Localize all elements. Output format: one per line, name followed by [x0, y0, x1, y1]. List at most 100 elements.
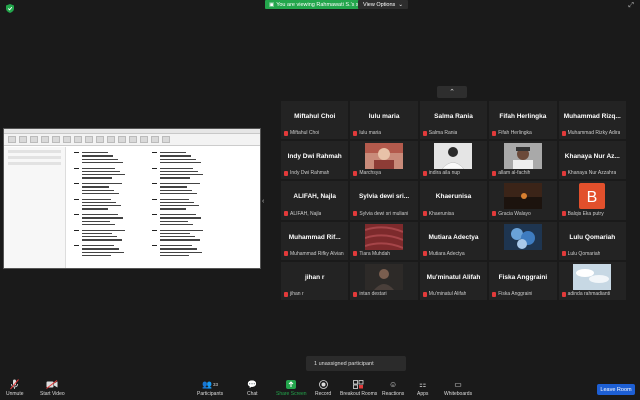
breakout-rooms-button[interactable]: Breakout Rooms — [340, 378, 377, 400]
participant-tile[interactable]: indira aila nup — [419, 141, 488, 180]
participant-tile[interactable]: Mu'minatul Alifah Mu'minatul Alifah — [419, 261, 488, 300]
muted-mic-icon — [561, 211, 566, 217]
shared-screen — [3, 128, 261, 269]
doc-text-line — [160, 232, 190, 235]
participant-name-text: intan destari — [359, 291, 387, 297]
unmute-button[interactable]: Unmute — [6, 378, 24, 400]
participant-tile[interactable]: Fiska Anggraini Fiska Anggraini — [489, 261, 557, 300]
participant-tile[interactable]: Sylvia dewi sri... Sylvia dewi sri mulian… — [350, 181, 418, 220]
participant-name-label: Balqis Eka putry — [561, 211, 604, 217]
doc-text-line — [82, 220, 110, 222]
doc-question-number — [74, 183, 79, 185]
doc-text-line — [160, 205, 199, 207]
participant-name-text: Mutiara Adectya — [428, 250, 465, 257]
muted-mic-icon — [561, 291, 566, 297]
participant-tile[interactable]: allam al-fachih — [489, 141, 557, 180]
chat-button[interactable]: 💬 Chat — [247, 378, 258, 400]
camera-off-icon — [46, 378, 58, 391]
participant-tile[interactable]: Tiara Muhdah — [350, 221, 418, 260]
doc-question-number — [152, 167, 157, 169]
participant-tile[interactable]: adinda rahmadianti — [558, 261, 626, 300]
participant-name-label: Mutiara Adectya — [422, 250, 465, 257]
start-video-button[interactable]: Start Video — [40, 378, 65, 400]
muted-mic-icon — [561, 170, 566, 176]
fullscreen-icon[interactable]: ⤢ — [628, 2, 634, 10]
participant-tile[interactable]: Muhammad Rif... Muhammad Rifky Alvian — [281, 221, 349, 260]
chevron-left-icon[interactable]: ‹ — [262, 198, 264, 205]
view-options-button[interactable]: View Options ⌄ — [358, 0, 408, 9]
doc-text-line — [82, 205, 121, 207]
record-button[interactable]: Record — [315, 378, 331, 400]
participant-name-label: Sylvia dewi sri muliani — [353, 211, 408, 217]
participants-count: 33 — [213, 382, 219, 387]
participant-name-label: lulu maria — [353, 130, 381, 136]
doc-question-number — [152, 245, 157, 247]
share-screen-button[interactable]: Share Screen — [276, 378, 307, 400]
participant-name-label: intan destari — [353, 291, 387, 297]
unassigned-text: 1 unassigned participant — [314, 360, 374, 367]
participant-tile[interactable]: Mutiara Adectya Mutiara Adectya — [419, 221, 488, 260]
participant-display-name: Fiska Anggraini — [498, 273, 548, 281]
participant-name-text: Sylvia dewi sri muliani — [359, 210, 409, 217]
doc-text-line — [160, 155, 191, 157]
participant-tile[interactable]: Marchsya — [350, 141, 418, 180]
doc-text-line — [82, 170, 120, 173]
muted-mic-icon — [284, 291, 288, 297]
reactions-button[interactable]: ☺ Reactions — [382, 378, 404, 400]
muted-mic-icon — [284, 251, 288, 257]
participant-tile[interactable]: intan destari — [350, 261, 418, 300]
unassigned-participant-notice[interactable]: 1 unassigned participant — [306, 356, 406, 371]
doc-text-line — [160, 192, 197, 195]
participant-tile[interactable] — [489, 221, 557, 260]
doc-text-line — [160, 229, 203, 231]
participant-photo — [364, 223, 404, 250]
participant-name-label: Gracia Walayo — [492, 211, 531, 217]
share-screen-icon — [286, 378, 297, 391]
participants-button[interactable]: 👥 33 Participants — [197, 378, 223, 400]
doc-text-line — [82, 167, 115, 169]
encryption-shield-icon[interactable] — [6, 4, 14, 13]
participant-display-name: Fifah Herlingka — [499, 113, 547, 120]
participant-tile[interactable]: Indy Dwi Rahmah Indy Dwi Rahmah — [281, 141, 349, 180]
muted-mic-icon — [422, 130, 427, 136]
participant-tile[interactable]: Khaerunisa Khaerunisa — [419, 181, 488, 220]
participant-name-text: Salma Rania — [428, 130, 458, 137]
participant-tile[interactable]: ALIFAH, Najla ALIFAH, Najla — [281, 181, 349, 220]
participant-tile[interactable]: Fifah Herlingka Fifah Herlingka — [489, 101, 557, 140]
participant-display-name: jihan r — [304, 273, 325, 281]
doc-text-line — [82, 214, 118, 216]
muted-mic-icon — [284, 170, 288, 176]
doc-text-line — [82, 251, 124, 253]
whiteboards-button[interactable]: ▭ Whiteboards — [444, 378, 472, 400]
participant-tile[interactable]: Muhammad Rizq... Muhammad Rizky Adira — [558, 101, 626, 140]
doc-text-line — [82, 236, 117, 238]
svg-text:B: B — [587, 189, 598, 206]
participant-name-text: Lulu Qomariah — [567, 250, 601, 257]
muted-mic-icon — [353, 291, 358, 297]
participant-display-name: ALIFAH, Najla — [293, 193, 336, 201]
apps-icon: ⚏ — [419, 380, 427, 389]
doc-question-number — [152, 152, 157, 154]
leave-room-button[interactable]: Leave Room — [597, 384, 635, 395]
participant-tile[interactable]: lulu maria lulu maria — [350, 101, 418, 140]
participant-tile[interactable]: B Balqis Eka putry — [558, 181, 626, 220]
participant-display-name: lulu maria — [368, 113, 400, 120]
participant-tile[interactable]: Salma Rania Salma Rania — [419, 101, 488, 140]
doc-text-line — [82, 155, 113, 157]
muted-mic-icon — [353, 251, 358, 257]
participant-name-label: Khaerunisa — [422, 211, 454, 217]
participant-name-label: indira aila nup — [422, 170, 460, 176]
participant-tile[interactable]: jihan r jihan r — [281, 261, 349, 300]
participant-tile[interactable]: Gracia Walayo — [489, 181, 557, 220]
participant-name-label: Fifah Herlingka — [492, 130, 532, 136]
doc-text-line — [82, 232, 112, 235]
apps-button[interactable]: ⚏ Apps — [417, 378, 428, 400]
participant-tile[interactable]: Miftahul Choi Miftahul Choi — [281, 101, 349, 140]
participant-name-label: Indy Dwi Rahmah — [284, 170, 329, 176]
participant-photo — [573, 263, 612, 290]
participant-name-text: Marchsya — [359, 170, 382, 177]
participant-tile[interactable]: Lulu Qomariah Lulu Qomariah — [558, 221, 626, 260]
doc-text-line — [160, 186, 187, 188]
gallery-page-up-button[interactable]: ⌃ — [437, 86, 467, 98]
participant-tile[interactable]: Khanaya Nur Az... Khanaya Nur Azzahra — [558, 141, 626, 180]
